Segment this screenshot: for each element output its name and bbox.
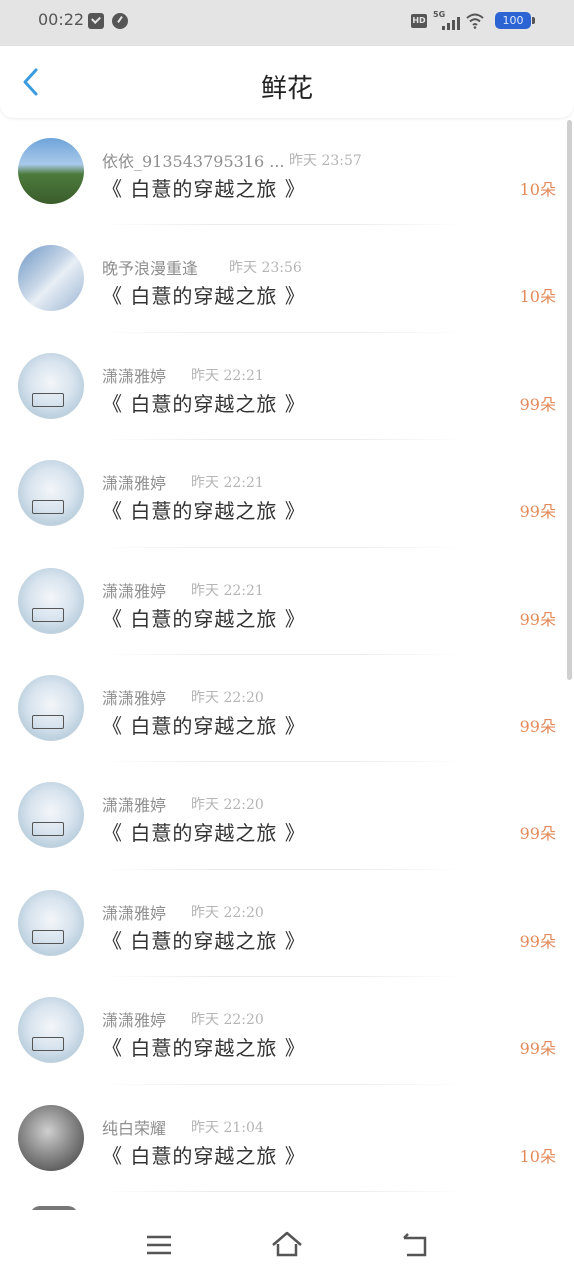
timestamp: 昨天 23:57	[289, 153, 362, 169]
flower-count: 99朵	[519, 609, 556, 629]
flower-count: 10朵	[519, 1146, 556, 1166]
avatar[interactable]	[18, 245, 84, 312]
book-title[interactable]: 《 白薏的穿越之旅 》	[102, 280, 306, 309]
user-name[interactable]: 潇潇雅婷	[102, 1007, 166, 1031]
menu-icon[interactable]	[142, 1228, 176, 1262]
wifi-icon	[466, 13, 484, 29]
avatar[interactable]	[18, 567, 84, 634]
user-name[interactable]: 纯白荣耀	[102, 1115, 166, 1139]
flower-count: 99朵	[519, 931, 556, 951]
signal-icon: 5G	[433, 10, 461, 32]
back-nav-icon[interactable]	[398, 1228, 432, 1262]
user-name[interactable]: 潇潇雅婷	[102, 578, 166, 602]
list-item[interactable]: 潇潇雅婷 昨天 22:21 《 白薏的穿越之旅 》 99朵	[0, 440, 574, 548]
list-item[interactable]: 潇潇雅婷 昨天 22:20 《 白薏的穿越之旅 》 99朵	[0, 870, 574, 978]
status-time: 00:22	[38, 10, 85, 29]
gauge-icon	[112, 13, 128, 29]
flower-count: 99朵	[519, 824, 556, 844]
flower-count: 99朵	[519, 716, 556, 736]
flower-count: 99朵	[519, 502, 556, 522]
flower-count: 99朵	[519, 394, 556, 414]
user-name[interactable]: 潇潇雅婷	[102, 900, 166, 924]
battery-icon: 100	[495, 12, 535, 29]
list-item[interactable]: 纯白荣耀 昨天 21:04 《 白薏的穿越之旅 》 10朵	[0, 1085, 574, 1192]
divider	[102, 1190, 464, 1192]
scrollbar[interactable]	[567, 120, 572, 680]
avatar[interactable]	[18, 138, 84, 204]
book-title[interactable]: 《 白薏的穿越之旅 》	[102, 925, 306, 954]
avatar[interactable]	[18, 460, 84, 527]
user-name[interactable]: 晚予浪漫重逢	[102, 255, 198, 279]
app-header: 鲜花	[0, 46, 574, 118]
timestamp: 昨天 23:56	[229, 260, 302, 277]
timestamp: 昨天 22:20	[191, 904, 264, 921]
avatar[interactable]	[18, 782, 84, 849]
book-title[interactable]: 《 白薏的穿越之旅 》	[102, 173, 306, 202]
network-label: 5G	[433, 10, 446, 19]
list-item[interactable]: 潇潇雅婷 昨天 22:20 《 白薏的穿越之旅 》 99朵	[0, 977, 574, 1085]
system-nav-bar	[0, 1210, 574, 1280]
list-item[interactable]: 潇潇雅婷 昨天 22:21 《 白薏的穿越之旅 》 99朵	[0, 548, 574, 655]
list-item[interactable]: 潇潇雅婷 昨天 22:20 《 白薏的穿越之旅 》 99朵	[0, 762, 574, 870]
book-title[interactable]: 《 白薏的穿越之旅 》	[102, 1032, 306, 1061]
avatar[interactable]	[18, 1104, 84, 1171]
book-title[interactable]: 《 白薏的穿越之旅 》	[102, 1140, 306, 1169]
list-item[interactable]: 潇潇雅婷 昨天 22:21 《 白薏的穿越之旅 》 99朵	[0, 333, 574, 441]
task-check-icon	[88, 13, 104, 29]
user-name[interactable]: 潇潇雅婷	[102, 685, 166, 709]
list-item[interactable]: 潇潇雅婷 昨天 22:20 《 白薏的穿越之旅 》 99朵	[0, 655, 574, 763]
user-name[interactable]: 潇潇雅婷	[102, 792, 166, 816]
timestamp: 昨天 22:20	[191, 1012, 264, 1029]
avatar[interactable]	[18, 674, 84, 741]
book-title[interactable]: 《 白薏的穿越之旅 》	[102, 603, 306, 632]
status-bar: 00:22 HD 5G 100	[0, 0, 574, 46]
timestamp: 昨天 22:20	[191, 797, 264, 814]
book-title[interactable]: 《 白薏的穿越之旅 》	[102, 710, 306, 739]
timestamp: 昨天 22:20	[191, 689, 264, 706]
avatar[interactable]	[18, 889, 84, 956]
flower-count: 99朵	[519, 1039, 556, 1059]
flower-count: 10朵	[519, 287, 556, 307]
user-name[interactable]: 潇潇雅婷	[102, 470, 166, 494]
timestamp: 昨天 22:21	[191, 475, 264, 492]
hd-badge: HD	[411, 14, 427, 28]
user-name[interactable]: 潇潇雅婷	[102, 363, 166, 387]
flower-count: 10朵	[519, 180, 556, 199]
avatar[interactable]	[18, 352, 84, 419]
flower-gift-list: 依依_913543795316 ... 昨天 23:57 《 白薏的穿越之旅 》…	[0, 118, 574, 1192]
timestamp: 昨天 22:21	[191, 582, 264, 599]
timestamp: 昨天 21:04	[191, 1119, 264, 1136]
timestamp: 昨天 22:21	[191, 367, 264, 384]
list-item[interactable]: 依依_913543795316 ... 昨天 23:57 《 白薏的穿越之旅 》…	[0, 118, 574, 226]
avatar[interactable]	[18, 997, 84, 1064]
page-title: 鲜花	[260, 74, 313, 104]
book-title[interactable]: 《 白薏的穿越之旅 》	[102, 817, 306, 846]
list-item[interactable]: 晚予浪漫重逢 昨天 23:56 《 白薏的穿越之旅 》 10朵	[0, 225, 574, 333]
home-icon[interactable]	[270, 1228, 304, 1262]
user-name[interactable]: 依依_913543795316 ...	[102, 148, 285, 172]
book-title[interactable]: 《 白薏的穿越之旅 》	[102, 495, 306, 524]
book-title[interactable]: 《 白薏的穿越之旅 》	[102, 388, 306, 417]
